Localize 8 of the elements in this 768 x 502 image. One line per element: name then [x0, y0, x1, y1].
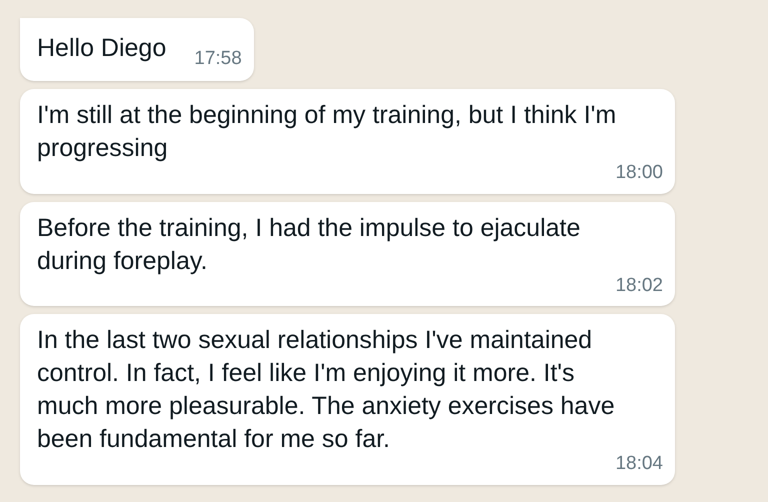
- message-time: 18:04: [614, 452, 663, 476]
- message-text: Before the training, I had the impulse to ejaculate during foreplay.: [37, 212, 582, 276]
- message-text: I'm still at the beginning of my training, but I think I'm progressing: [37, 100, 618, 164]
- message-time: 17:58: [194, 46, 242, 70]
- message-text: Hello Diego: [37, 33, 166, 64]
- message-time: 18:00: [614, 161, 663, 185]
- message-time: 18:02: [614, 274, 663, 298]
- message-text: In the last two sexual relationships I've maintained control. In fact, I feel like I'm enjoying it more. It's much more pleasurable. The anxiety exercises have been fundamental for me so far.: [37, 325, 616, 455]
